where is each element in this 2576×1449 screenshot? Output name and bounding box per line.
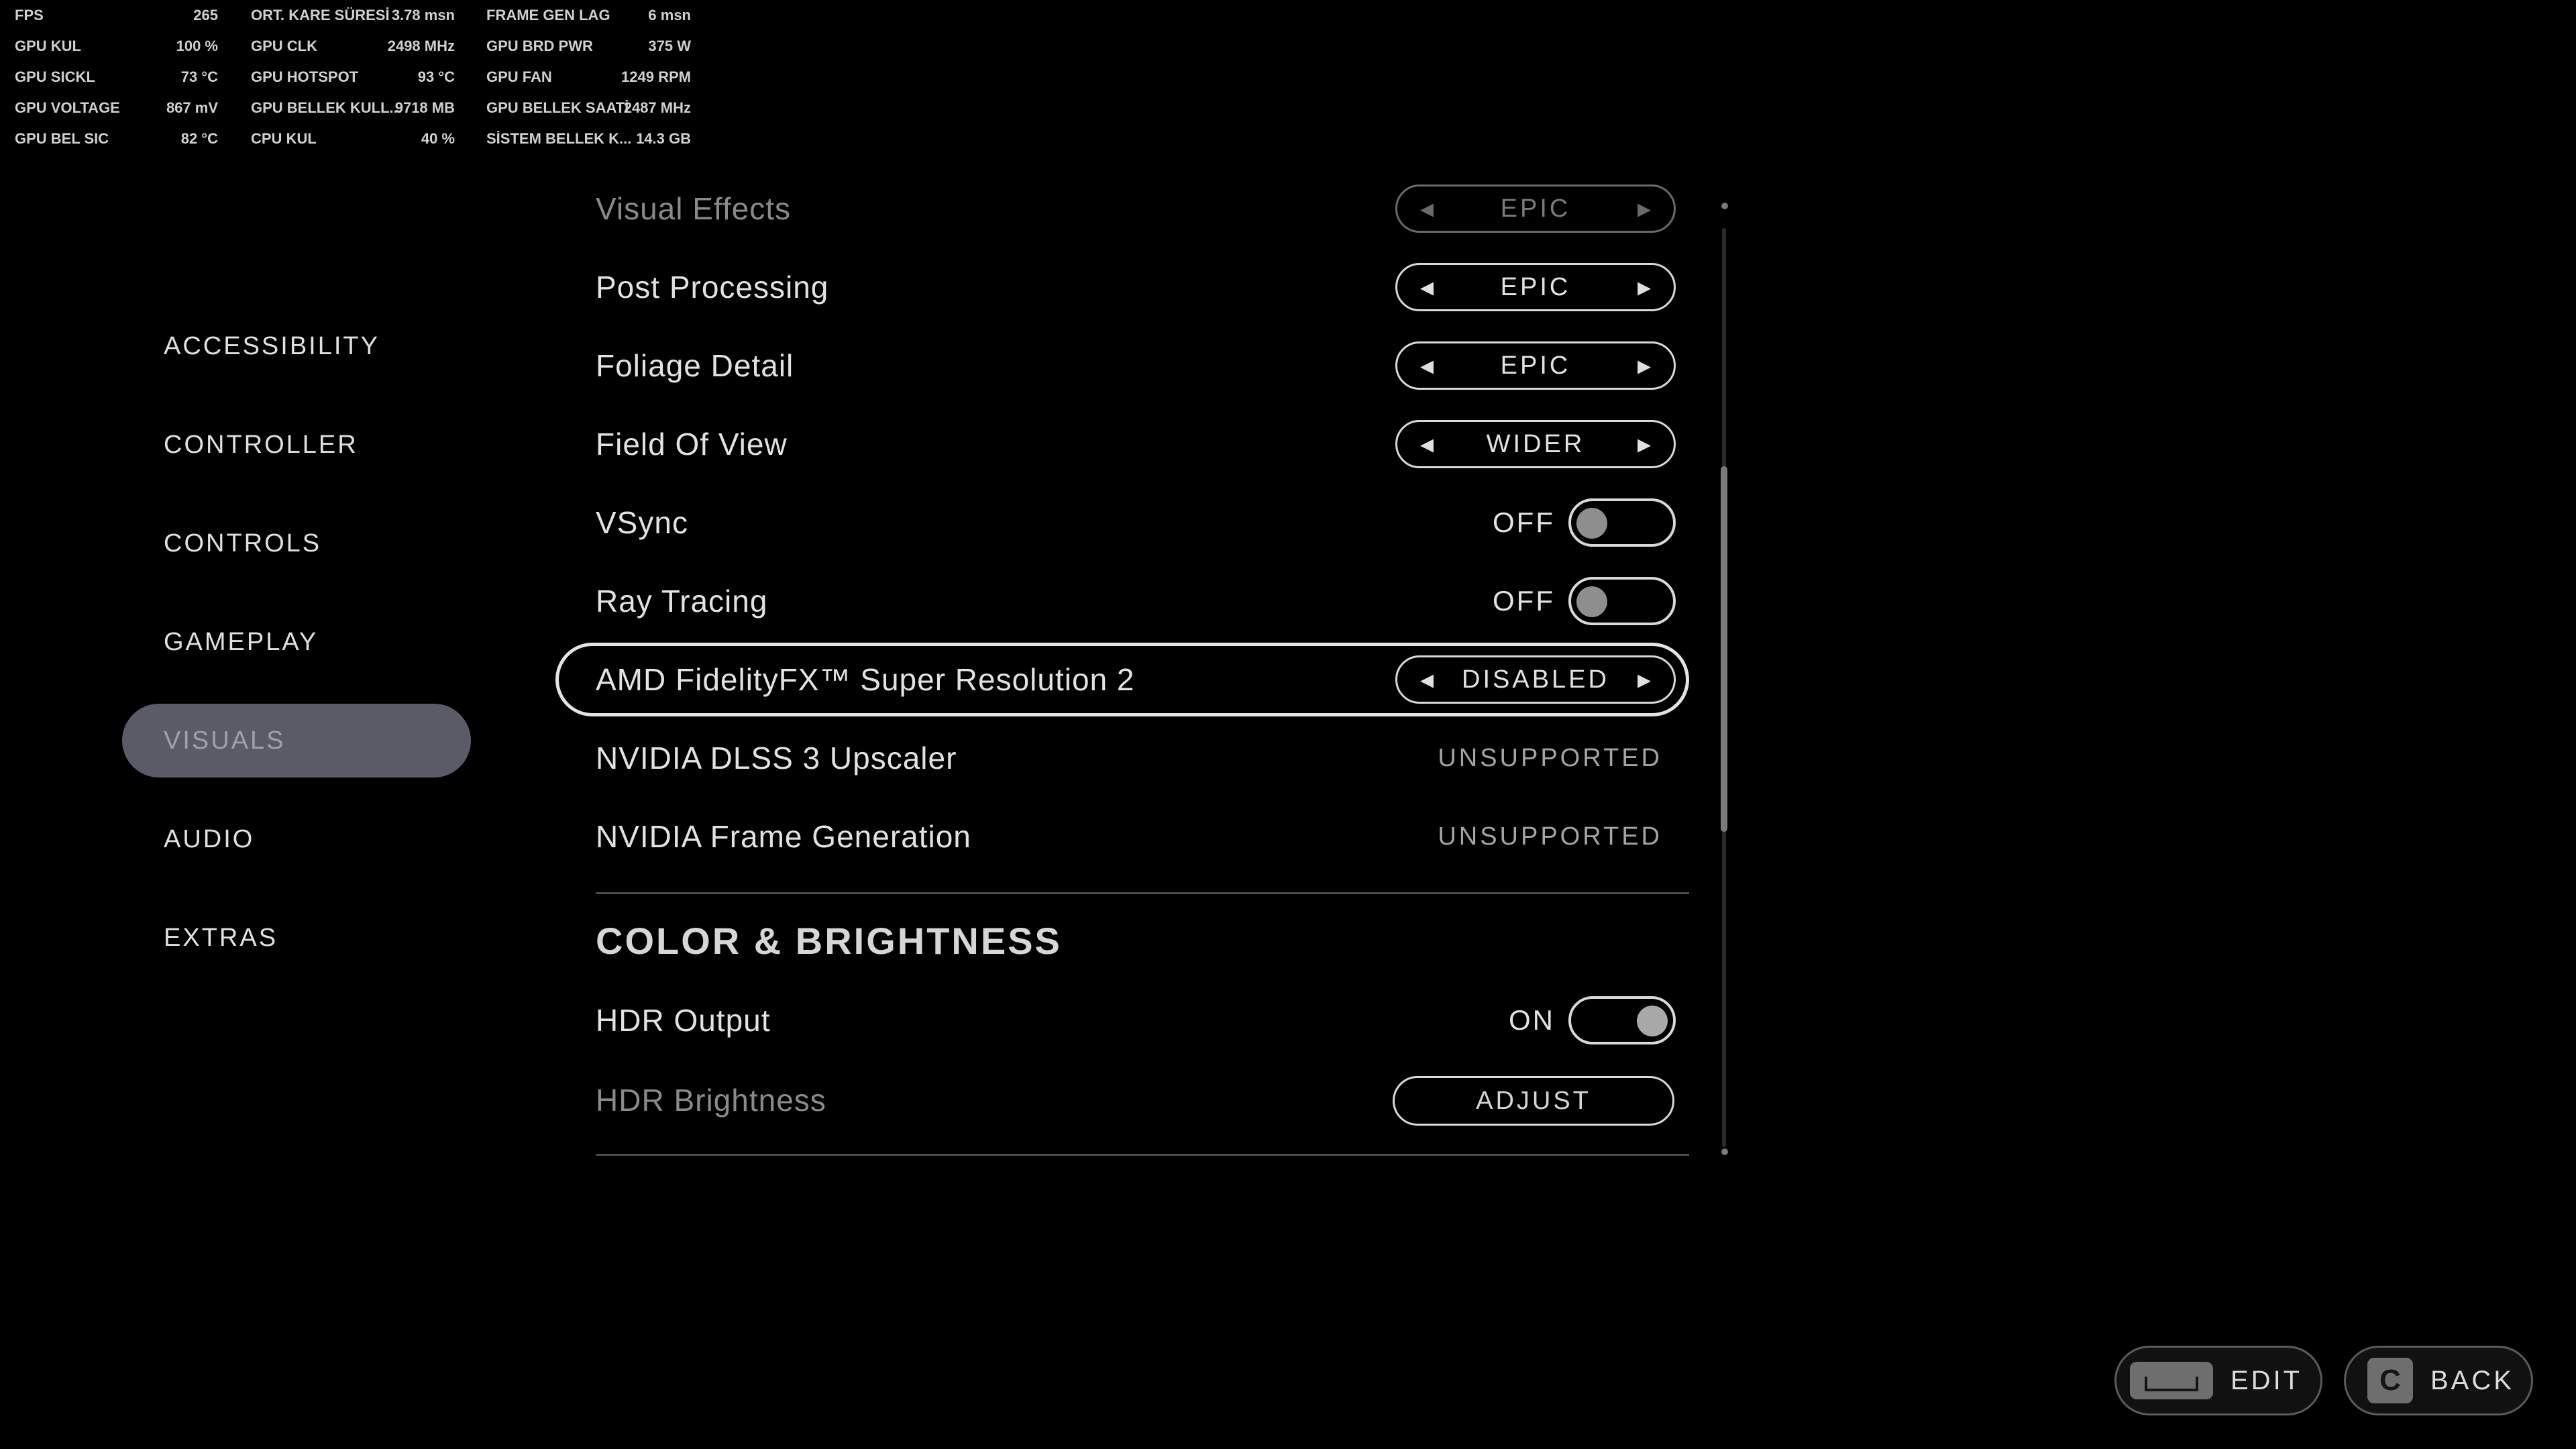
unsupported-text: UNSUPPORTED — [1438, 822, 1662, 851]
overlay-value: 2487 MHz — [623, 99, 691, 116]
setting-label: AMD FidelityFX™ Super Resolution 2 — [596, 662, 1135, 697]
nav-item-gameplay[interactable]: GAMEPLAY — [122, 605, 471, 679]
overlay-row: GPU VOLTAGE 867 mV GPU BELLEK KULL... 97… — [0, 93, 698, 123]
toggle-knob — [1576, 508, 1607, 539]
overlay-value: 6 msn — [648, 7, 691, 23]
section-heading: COLOR & BRIGHTNESS — [596, 920, 1062, 962]
toggle-state-text: ON — [1509, 1004, 1555, 1036]
overlay-value: 93 °C — [417, 68, 455, 85]
setting-label: Post Processing — [596, 270, 829, 305]
nav-item-extras[interactable]: EXTRAS — [122, 901, 471, 975]
edit-label: EDIT — [2231, 1365, 2303, 1395]
option-selector: ◂ EPIC ▸ — [1395, 184, 1676, 233]
setting-field-of-view[interactable]: Field Of View ◂ WIDER ▸ — [555, 405, 1689, 483]
option-selector: ◂ EPIC ▸ — [1395, 341, 1676, 390]
toggle-knob — [1637, 1006, 1668, 1036]
selector-value: EPIC — [1500, 352, 1571, 380]
toggle-knob — [1576, 586, 1607, 617]
setting-post-processing[interactable]: Post Processing ◂ EPIC ▸ — [555, 248, 1689, 326]
overlay-value: 3.78 msn — [391, 7, 455, 23]
arrow-left-icon[interactable]: ◂ — [1400, 265, 1454, 309]
overlay-value: 40 % — [421, 130, 455, 147]
arrow-left-icon[interactable]: ◂ — [1400, 657, 1454, 702]
arrow-right-icon[interactable]: ▸ — [1617, 186, 1671, 231]
unsupported-text: UNSUPPORTED — [1438, 744, 1662, 772]
setting-label: Foliage Detail — [596, 348, 794, 383]
setting-ray-tracing[interactable]: Ray Tracing OFF — [555, 562, 1689, 640]
overlay-label: GPU SICKL — [15, 68, 95, 85]
arrow-left-icon[interactable]: ◂ — [1400, 343, 1454, 388]
overlay-row: GPU SICKL 73 °C GPU HOTSPOT 93 °C GPU FA… — [0, 62, 698, 93]
section-divider — [596, 1154, 1689, 1156]
c-key-icon: C — [2367, 1358, 2413, 1403]
back-label: BACK — [2430, 1365, 2514, 1395]
setting-foliage-detail[interactable]: Foliage Detail ◂ EPIC ▸ — [555, 327, 1689, 405]
arrow-left-icon[interactable]: ◂ — [1400, 422, 1454, 466]
nav-item-visuals[interactable]: VISUALS — [122, 704, 471, 777]
performance-overlay: FPS 265 ORT. KARE SÜRESİ 3.78 msn FRAME … — [0, 0, 698, 158]
overlay-label: GPU KUL — [15, 38, 81, 54]
hdr-output-toggle[interactable] — [1568, 996, 1676, 1044]
setting-label: NVIDIA Frame Generation — [596, 819, 971, 854]
setting-hdr-output[interactable]: HDR Output ON — [555, 981, 1689, 1059]
selector-value: DISABLED — [1462, 665, 1609, 694]
setting-label: HDR Brightness — [596, 1083, 826, 1118]
vsync-toggle[interactable] — [1568, 498, 1676, 547]
scroll-bottom-dot — [1721, 1148, 1728, 1155]
setting-label: HDR Output — [596, 1003, 771, 1038]
setting-dlss3[interactable]: NVIDIA DLSS 3 Upscaler UNSUPPORTED — [555, 719, 1689, 797]
arrow-right-icon[interactable]: ▸ — [1617, 343, 1671, 388]
overlay-label: FPS — [15, 7, 44, 23]
nav-item-accessibility[interactable]: ACCESSIBILITY — [122, 309, 471, 383]
overlay-value: 375 W — [648, 38, 691, 54]
nav-item-controls[interactable]: CONTROLS — [122, 506, 471, 580]
setting-label: Ray Tracing — [596, 584, 768, 619]
setting-label: NVIDIA DLSS 3 Upscaler — [596, 741, 957, 775]
overlay-row: GPU KUL 100 % GPU CLK 2498 MHz GPU BRD P… — [0, 31, 698, 62]
setting-hdr-brightness[interactable]: HDR Brightness ADJUST — [555, 1061, 1689, 1139]
overlay-value: 1249 RPM — [621, 68, 691, 85]
overlay-value: 82 °C — [180, 130, 218, 147]
arrow-left-icon[interactable]: ◂ — [1400, 186, 1454, 231]
overlay-value: 867 mV — [166, 99, 218, 116]
option-selector: ◂ WIDER ▸ — [1395, 420, 1676, 468]
option-selector: ◂ EPIC ▸ — [1395, 263, 1676, 311]
setting-vsync[interactable]: VSync OFF — [555, 484, 1689, 561]
arrow-right-icon[interactable]: ▸ — [1617, 422, 1671, 466]
overlay-value: 2498 MHz — [387, 38, 455, 54]
setting-fsr2[interactable]: AMD FidelityFX™ Super Resolution 2 ◂ DIS… — [555, 641, 1689, 718]
edit-button[interactable]: EDIT — [2114, 1346, 2322, 1415]
overlay-label: GPU BEL SIC — [15, 130, 109, 147]
adjust-button[interactable]: ADJUST — [1393, 1076, 1674, 1126]
toggle-state-text: OFF — [1493, 506, 1555, 538]
overlay-value: 73 °C — [180, 68, 218, 85]
overlay-value: 14.3 GB — [636, 130, 691, 147]
selector-value: EPIC — [1500, 195, 1571, 223]
scrollbar-thumb[interactable] — [1721, 466, 1727, 832]
selector-value: WIDER — [1486, 430, 1585, 458]
overlay-value: 100 % — [176, 38, 218, 54]
back-button[interactable]: C BACK — [2344, 1346, 2533, 1415]
toggle-state-text: OFF — [1493, 585, 1555, 616]
nav-item-audio[interactable]: AUDIO — [122, 802, 471, 876]
overlay-row: GPU BEL SIC 82 °C CPU KUL 40 % SİSTEM BE… — [0, 123, 698, 154]
selector-value: EPIC — [1500, 273, 1571, 301]
ray-tracing-toggle[interactable] — [1568, 577, 1676, 625]
section-divider — [596, 892, 1689, 894]
spacebar-key-icon — [2130, 1362, 2213, 1399]
option-selector: ◂ DISABLED ▸ — [1395, 655, 1676, 704]
arrow-right-icon[interactable]: ▸ — [1617, 657, 1671, 702]
setting-frame-generation[interactable]: NVIDIA Frame Generation UNSUPPORTED — [555, 798, 1689, 875]
setting-label: Visual Effects — [596, 191, 792, 226]
overlay-label: GPU VOLTAGE — [15, 99, 120, 116]
setting-visual-effects[interactable]: Visual Effects ◂ EPIC ▸ — [555, 170, 1689, 248]
overlay-row: FPS 265 ORT. KARE SÜRESİ 3.78 msn FRAME … — [0, 0, 698, 31]
arrow-right-icon[interactable]: ▸ — [1617, 265, 1671, 309]
scroll-top-dot — [1721, 203, 1728, 209]
setting-label: Field Of View — [596, 427, 788, 462]
overlay-value: 9718 MB — [394, 99, 455, 116]
overlay-value: 265 — [193, 7, 218, 23]
setting-label: VSync — [596, 505, 688, 540]
nav-item-controller[interactable]: CONTROLLER — [122, 408, 471, 482]
